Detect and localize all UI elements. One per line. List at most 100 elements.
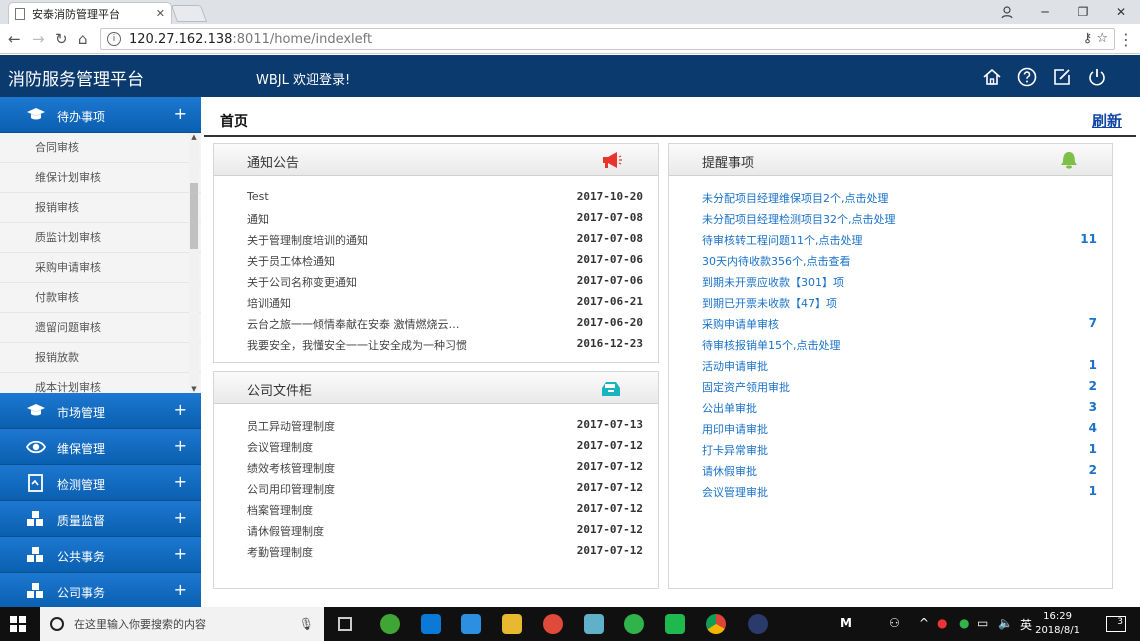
reminder-link[interactable]: 30天内待收款356个,点击查看	[702, 253, 851, 269]
people-icon[interactable]: ⚇	[889, 616, 900, 630]
file-row[interactable]: 考勤管理制度 2017-07-12	[247, 544, 651, 564]
reminder-row[interactable]: 未分配项目经理检测项目32个,点击处理	[669, 211, 1105, 231]
sidebar-item-expense-review[interactable]: 报销审核	[0, 193, 201, 223]
tray-app-icon[interactable]: ●	[937, 616, 947, 630]
reminder-link[interactable]: 会议管理审批	[702, 484, 768, 500]
home-icon[interactable]	[982, 67, 1002, 87]
file-row[interactable]: 员工异动管理制度 2017-07-13	[247, 418, 651, 438]
scroll-thumb[interactable]	[190, 183, 198, 249]
pdf-app-icon[interactable]	[543, 614, 563, 634]
reminder-row[interactable]: 待审核报销单15个,点击处理	[669, 337, 1105, 357]
reminder-row[interactable]: 待审核转工程问题11个,点击处理 11	[669, 232, 1105, 252]
scroll-up-icon[interactable]: ▲	[189, 133, 199, 141]
notice-row[interactable]: 关于员工体检通知 2017-07-06	[247, 253, 651, 273]
file-explorer-icon[interactable]	[502, 614, 522, 634]
reminder-link[interactable]: 到期未开票应收款【301】项	[702, 274, 844, 290]
sidebar-item-cost-plan[interactable]: 成本计划审核	[0, 373, 201, 393]
sidebar-item-purchase-review[interactable]: 采购申请审核	[0, 253, 201, 283]
menu-icon[interactable]: ⋮	[1118, 30, 1134, 49]
file-row[interactable]: 档案管理制度 2017-07-12	[247, 502, 651, 522]
file-row[interactable]: 绩效考核管理制度 2017-07-12	[247, 460, 651, 480]
power-icon[interactable]	[1087, 67, 1107, 87]
key-star-icons[interactable]: ⚷ ☆	[1083, 31, 1108, 46]
edge-icon[interactable]	[421, 614, 441, 634]
help-icon[interactable]	[1017, 67, 1037, 87]
submenu-scrollbar[interactable]: ▲ ▼	[189, 133, 199, 393]
notice-row[interactable]: Test 2017-10-20	[247, 190, 651, 210]
sidebar-item-quality-plan[interactable]: 质监计划审核	[0, 223, 201, 253]
reminder-link[interactable]: 未分配项目经理维保项目2个,点击处理	[702, 190, 889, 206]
reminder-row[interactable]: 活动申请审批 1	[669, 358, 1105, 378]
notice-row[interactable]: 培训通知 2017-06-21	[247, 295, 651, 315]
reminder-row[interactable]: 公出单审批 3	[669, 400, 1105, 420]
expand-icon[interactable]: +	[174, 400, 187, 419]
wps-icon[interactable]	[461, 614, 481, 634]
close-window-button[interactable]: ✕	[1102, 0, 1140, 24]
sidebar-item-payment-review[interactable]: 付款审核	[0, 283, 201, 313]
expand-icon[interactable]: +	[174, 436, 187, 455]
reminder-link[interactable]: 用印申请审批	[702, 421, 768, 437]
forward-icon[interactable]: →	[32, 31, 45, 47]
reminder-link[interactable]: 固定资产领用审批	[702, 379, 790, 395]
notice-row[interactable]: 云台之旅一一倾情奉献在安泰 激情燃烧云… 2017-06-20	[247, 316, 651, 336]
sidebar-group-market[interactable]: 市场管理 +	[0, 393, 201, 429]
microphone-icon[interactable]: 🎙	[299, 617, 314, 631]
reminder-link[interactable]: 打卡异常审批	[702, 442, 768, 458]
restore-button[interactable]: ❐	[1064, 0, 1102, 24]
sidebar-group-inspection[interactable]: 检测管理 +	[0, 465, 201, 501]
expand-icon[interactable]: +	[174, 544, 187, 563]
sidebar-item-maintenance-plan[interactable]: 维保计划审核	[0, 163, 201, 193]
tray-m-icon[interactable]: M	[840, 616, 852, 630]
app-s-icon[interactable]	[665, 614, 685, 634]
reminder-row[interactable]: 用印申请审批 4	[669, 421, 1105, 441]
info-icon[interactable]: i	[107, 32, 121, 46]
expand-icon[interactable]: +	[174, 472, 187, 491]
edit-icon[interactable]	[1052, 67, 1072, 87]
reminder-link[interactable]: 未分配项目经理检测项目32个,点击处理	[702, 211, 896, 227]
url-field[interactable]: i 120.27.162.138 :8011/home/indexleft ⚷ …	[100, 28, 1115, 50]
reminder-row[interactable]: 采购申请单审核 7	[669, 316, 1105, 336]
reminder-link[interactable]: 到期已开票未收款【47】项	[702, 295, 837, 311]
reminder-row[interactable]: 到期已开票未收款【47】项	[669, 295, 1105, 315]
profile-icon[interactable]	[988, 0, 1026, 24]
expand-icon[interactable]: +	[174, 104, 187, 123]
app-green-icon[interactable]	[380, 614, 400, 634]
wechat-icon[interactable]	[624, 614, 644, 634]
tray-wechat-icon[interactable]: ●	[959, 616, 969, 630]
sidebar-group-quality[interactable]: 质量监督 +	[0, 501, 201, 537]
reminder-row[interactable]: 未分配项目经理维保项目2个,点击处理	[669, 190, 1105, 210]
windows-start-icon[interactable]	[10, 616, 26, 632]
system-clock[interactable]: 16:29 2018/8/1	[1035, 610, 1080, 638]
reminder-link[interactable]: 活动申请审批	[702, 358, 768, 374]
sidebar-group-public-affairs[interactable]: 公共事务 +	[0, 537, 201, 573]
new-tab-button[interactable]	[170, 5, 208, 22]
reminder-link[interactable]: 请休假审批	[702, 463, 757, 479]
minimize-button[interactable]: ─	[1026, 0, 1064, 24]
close-tab-icon[interactable]: ✕	[156, 7, 165, 20]
reminder-link[interactable]: 待审核报销单15个,点击处理	[702, 337, 841, 353]
refresh-link[interactable]: 刷新	[1092, 110, 1122, 131]
scroll-down-icon[interactable]: ▼	[189, 385, 199, 393]
reload-icon[interactable]: ↻	[55, 31, 68, 47]
notification-icon[interactable]: 3	[1106, 616, 1126, 632]
file-row[interactable]: 请休假管理制度 2017-07-12	[247, 523, 651, 543]
expand-icon[interactable]: +	[174, 580, 187, 599]
reminder-link[interactable]: 待审核转工程问题11个,点击处理	[702, 232, 863, 248]
chrome-icon[interactable]	[706, 614, 726, 634]
ime-indicator[interactable]: 英	[1020, 616, 1032, 633]
reminder-link[interactable]: 采购申请单审核	[702, 316, 779, 332]
file-row[interactable]: 会议管理制度 2017-07-12	[247, 439, 651, 459]
sidebar-group-maintenance[interactable]: 维保管理 +	[0, 429, 201, 465]
task-view-icon[interactable]	[338, 617, 352, 631]
taskbar-search[interactable]: 在这里输入你要搜索的内容 🎙	[40, 607, 324, 641]
tray-expand-icon[interactable]: ^	[919, 616, 929, 630]
notice-row[interactable]: 通知 2017-07-08	[247, 211, 651, 231]
volume-icon[interactable]: 🔈	[998, 616, 1013, 630]
notice-row[interactable]: 关于公司名称变更通知 2017-07-06	[247, 274, 651, 294]
sidebar-group-company-affairs[interactable]: 公司事务 +	[0, 573, 201, 609]
sidebar-item-legacy-issues[interactable]: 遗留问题审核	[0, 313, 201, 343]
notice-row[interactable]: 关于管理制度培训的通知 2017-07-08	[247, 232, 651, 252]
sidebar-group-todo[interactable]: 待办事项 +	[0, 97, 201, 133]
reminder-link[interactable]: 公出单审批	[702, 400, 757, 416]
browser-tab[interactable]: 安泰消防管理平台 ✕	[8, 2, 172, 24]
